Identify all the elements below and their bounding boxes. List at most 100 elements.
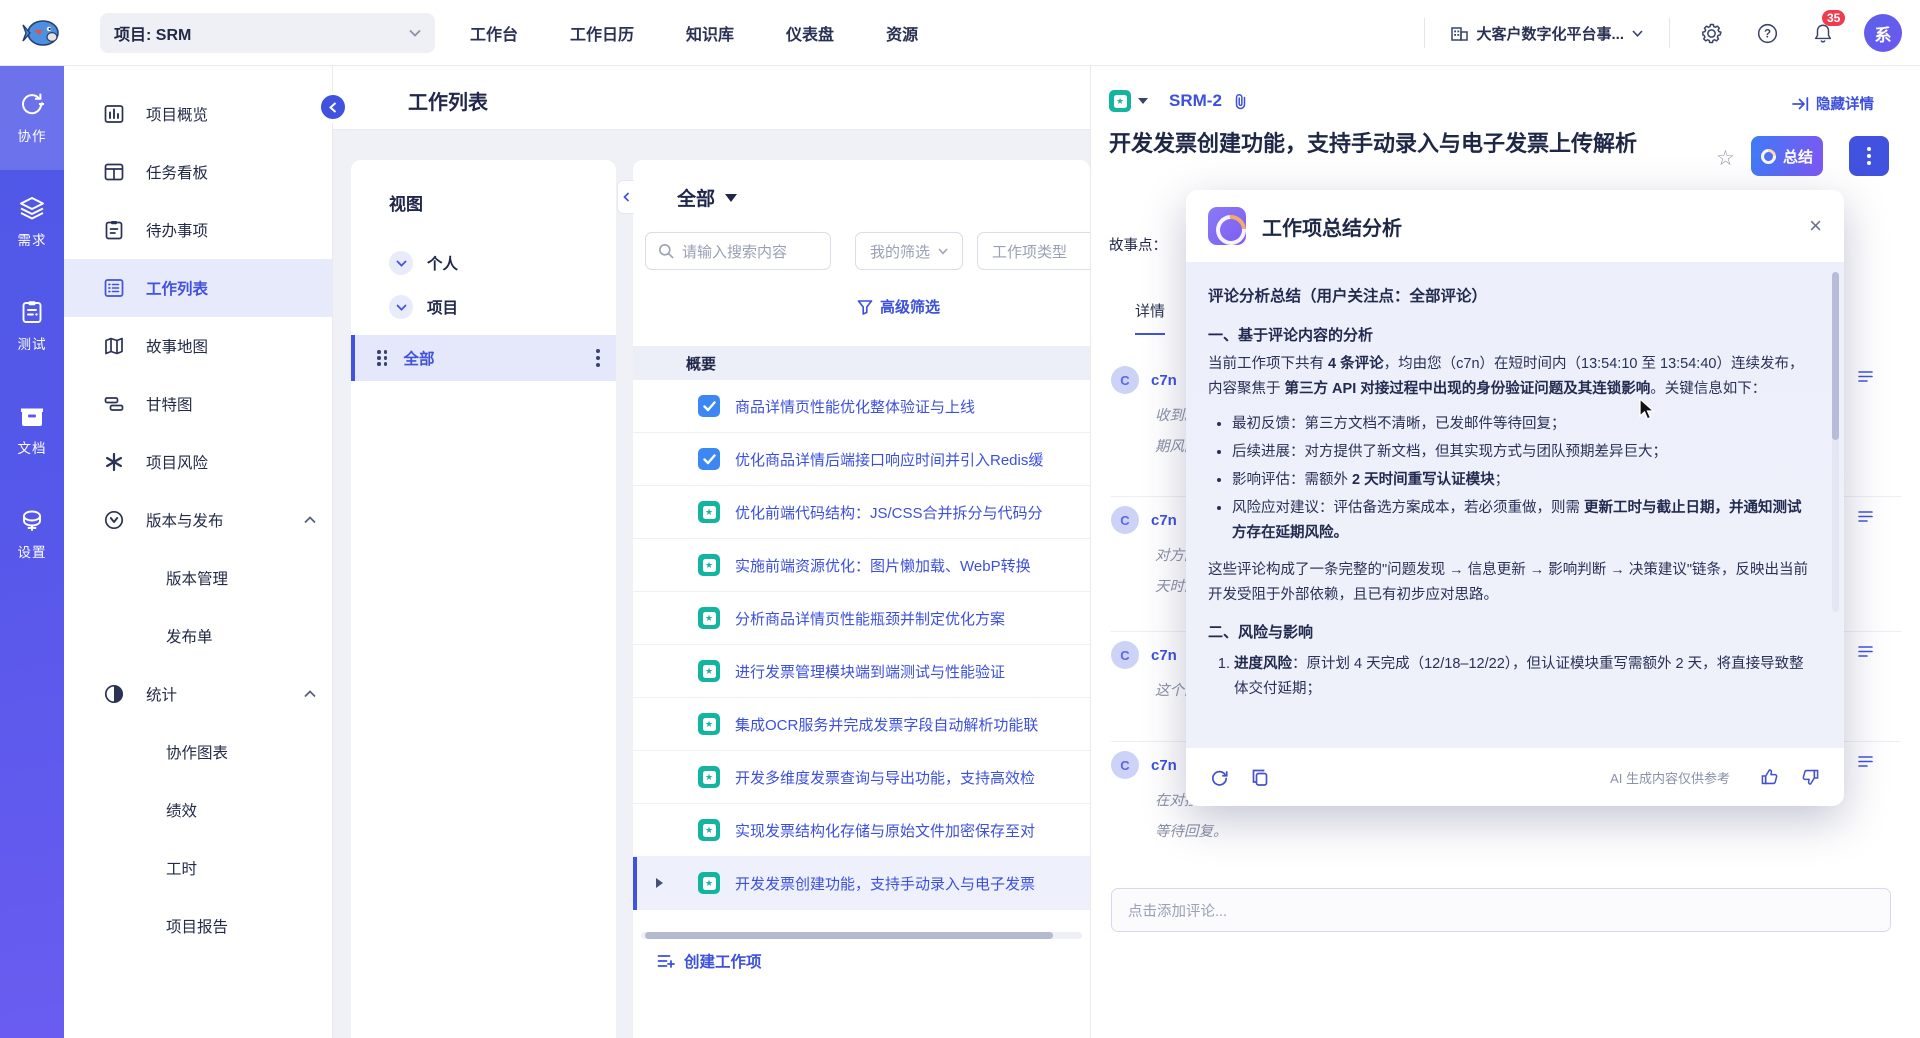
sidebar-item-report[interactable]: 项目报告: [64, 897, 332, 955]
sidebar-item-versions[interactable]: 版本与发布: [64, 491, 332, 549]
modal-scrollbar[interactable]: [1832, 272, 1839, 612]
comment-action-icon[interactable]: [1858, 755, 1873, 768]
funnel-icon: [857, 299, 873, 315]
summary-bullet: 风险应对建议：评估备选方案成本，若必须重做，则需 更新工时与截止日期，并通知测试…: [1232, 496, 1814, 546]
story-type-icon: ★: [698, 554, 720, 576]
work-item-row[interactable]: ★ 实施前端资源优化：图片懒加载、WebP转换: [633, 539, 1090, 592]
sidebar-item-storymap[interactable]: 故事地图: [64, 317, 332, 375]
filter-chip-item-type[interactable]: 工作项类型: [977, 232, 1090, 270]
sidebar-item-release[interactable]: 发布单: [64, 607, 332, 665]
rail-item-label: 文档: [17, 440, 47, 456]
rail-item-docs[interactable]: 文档: [0, 378, 64, 482]
sidebar-item-workhours[interactable]: 工时: [64, 839, 332, 897]
scrollbar-thumb[interactable]: [1832, 272, 1839, 440]
regenerate-icon[interactable]: [1210, 768, 1229, 787]
views-collapse-tab[interactable]: [617, 180, 634, 214]
sidebar-item-risk[interactable]: 项目风险: [64, 433, 332, 491]
work-item-title: 进行发票管理模块端到端测试与性能验证: [735, 663, 1006, 681]
list-scope-dropdown[interactable]: 全部: [677, 184, 738, 211]
tab-details[interactable]: 详情: [1135, 300, 1166, 335]
help-icon[interactable]: ?: [1752, 18, 1782, 48]
view-item-all-selected[interactable]: 全部: [351, 335, 616, 381]
work-item-row[interactable]: 商品详情页性能优化整体验证与上线: [633, 380, 1090, 433]
comment-action-icon[interactable]: [1858, 370, 1873, 383]
sidebar-item-overview[interactable]: 项目概览: [64, 85, 332, 143]
ai-logo-icon: [1208, 207, 1246, 245]
rail-item-collaboration[interactable]: 协作: [0, 66, 64, 170]
rail-item-label: 协作: [17, 128, 47, 144]
add-comment-input[interactable]: 点击添加评论...: [1111, 888, 1891, 932]
risk-item: 进度风险：原计划 4 天完成（12/18–12/22），但认证模块重写需额外 2…: [1234, 652, 1814, 702]
chevron-left-icon: [329, 101, 337, 113]
nav-tab-calendar[interactable]: 工作日历: [570, 21, 634, 45]
comment-action-icon[interactable]: [1858, 510, 1873, 523]
story-type-icon: ★: [698, 766, 720, 788]
work-item-row[interactable]: ★ 进行发票管理模块端到端测试与性能验证: [633, 645, 1090, 698]
work-item-row[interactable]: ★ 分析商品详情页性能瓶颈并制定优化方案: [633, 592, 1090, 645]
work-item-row[interactable]: 优化商品详情后端接口响应时间并引入Redis缓: [633, 433, 1090, 486]
work-item-row[interactable]: ★ 集成OCR服务并完成发票字段自动解析功能联: [633, 698, 1090, 751]
sidebar-item-performance[interactable]: 绩效: [64, 781, 332, 839]
thumbs-down-icon[interactable]: [1801, 768, 1820, 786]
create-work-item-button[interactable]: 创建工作项: [657, 950, 762, 972]
work-item-row[interactable]: ★ 实现发票结构化存储与原始文件加密保存至对: [633, 804, 1090, 857]
horizontal-scrollbar[interactable]: [641, 932, 1082, 939]
sidebar-item-label: 任务看板: [146, 165, 209, 182]
sidebar-item-gantt[interactable]: 甘特图: [64, 375, 332, 433]
story-type-icon: ★: [698, 660, 720, 682]
sidebar-item-collab-charts[interactable]: 协作图表: [64, 723, 332, 781]
project-selector[interactable]: 项目: SRM: [100, 13, 435, 53]
sidebar-item-stats[interactable]: 统计: [64, 665, 332, 723]
section2-title: 二、风险与影响: [1208, 623, 1314, 641]
work-item-row[interactable]: ★ 开发多维度发票查询与导出功能，支持高效检: [633, 751, 1090, 804]
view-more-menu-icon[interactable]: [596, 349, 600, 367]
search-input[interactable]: 请输入搜索内容: [645, 232, 831, 270]
nav-tab-workbench[interactable]: 工作台: [470, 21, 518, 45]
hide-detail-button[interactable]: 隐藏详情: [1792, 93, 1874, 114]
detail-more-button[interactable]: [1849, 136, 1889, 176]
comment-action-icon[interactable]: [1858, 645, 1873, 658]
expand-caret-icon[interactable]: [656, 878, 663, 888]
sidebar-item-backlog[interactable]: 待办事项: [64, 201, 332, 259]
story-type-icon: ★: [698, 501, 720, 523]
work-item-row[interactable]: ★ 优化前端代码结构：JS/CSS合并拆分与代码分: [633, 486, 1090, 539]
thumbs-up-icon[interactable]: [1760, 768, 1779, 786]
issue-id-link[interactable]: SRM-2: [1169, 91, 1222, 111]
views-panel: 视图 个人 项目 全部: [351, 160, 616, 1038]
settings-gear-icon[interactable]: [1696, 18, 1726, 48]
sidebar-item-worklist[interactable]: 工作列表: [64, 259, 332, 317]
drag-handle-icon[interactable]: [377, 350, 388, 366]
nav-tab-resources[interactable]: 资源: [886, 21, 918, 45]
sidebar-item-label: 工作列表: [146, 281, 209, 298]
detail-header: ★ SRM-2: [1109, 90, 1248, 112]
nav-tab-dashboard[interactable]: 仪表盘: [786, 21, 834, 45]
sidebar-item-board[interactable]: 任务看板: [64, 143, 332, 201]
org-switcher[interactable]: 大客户数字化平台事...: [1451, 23, 1643, 44]
view-group-personal[interactable]: 个人: [351, 241, 616, 285]
rail-item-testing[interactable]: 测试: [0, 274, 64, 378]
app-logo-fish-icon[interactable]: [22, 13, 62, 53]
advanced-filter-button[interactable]: 高级筛选: [857, 296, 940, 317]
nav-tab-knowledge[interactable]: 知识库: [686, 21, 734, 45]
notifications-bell-icon[interactable]: 35: [1808, 10, 1846, 48]
sidebar-item-label: 绩效: [166, 803, 198, 820]
work-item-row-selected[interactable]: ★ 开发发票创建功能，支持手动录入与电子发票: [633, 857, 1090, 910]
star-favorite-icon[interactable]: ☆: [1716, 146, 1735, 171]
sidebar-collapse-button[interactable]: [321, 95, 345, 119]
sidebar-item-version-mgmt[interactable]: 版本管理: [64, 549, 332, 607]
story-type-icon: ★: [698, 607, 720, 629]
rail-item-requirements[interactable]: 需求: [0, 170, 64, 274]
type-dropdown-icon[interactable]: [1138, 98, 1148, 104]
copy-icon[interactable]: [1251, 768, 1269, 787]
story-type-icon[interactable]: ★: [1109, 90, 1131, 112]
view-group-project[interactable]: 项目: [351, 285, 616, 329]
user-avatar[interactable]: 系: [1864, 14, 1902, 52]
comment-author: c7n: [1151, 511, 1177, 529]
project-selector-label: 项目: SRM: [114, 27, 192, 44]
navbar-right: 大客户数字化平台事... ? 35 系: [1424, 0, 1902, 66]
close-icon[interactable]: ×: [1809, 215, 1822, 237]
scrollbar-thumb[interactable]: [645, 932, 1053, 939]
ai-summary-button[interactable]: 总结: [1751, 136, 1823, 176]
rail-item-settings[interactable]: 设置: [0, 482, 64, 586]
filter-chip-my-filters[interactable]: 我的筛选: [855, 232, 964, 270]
